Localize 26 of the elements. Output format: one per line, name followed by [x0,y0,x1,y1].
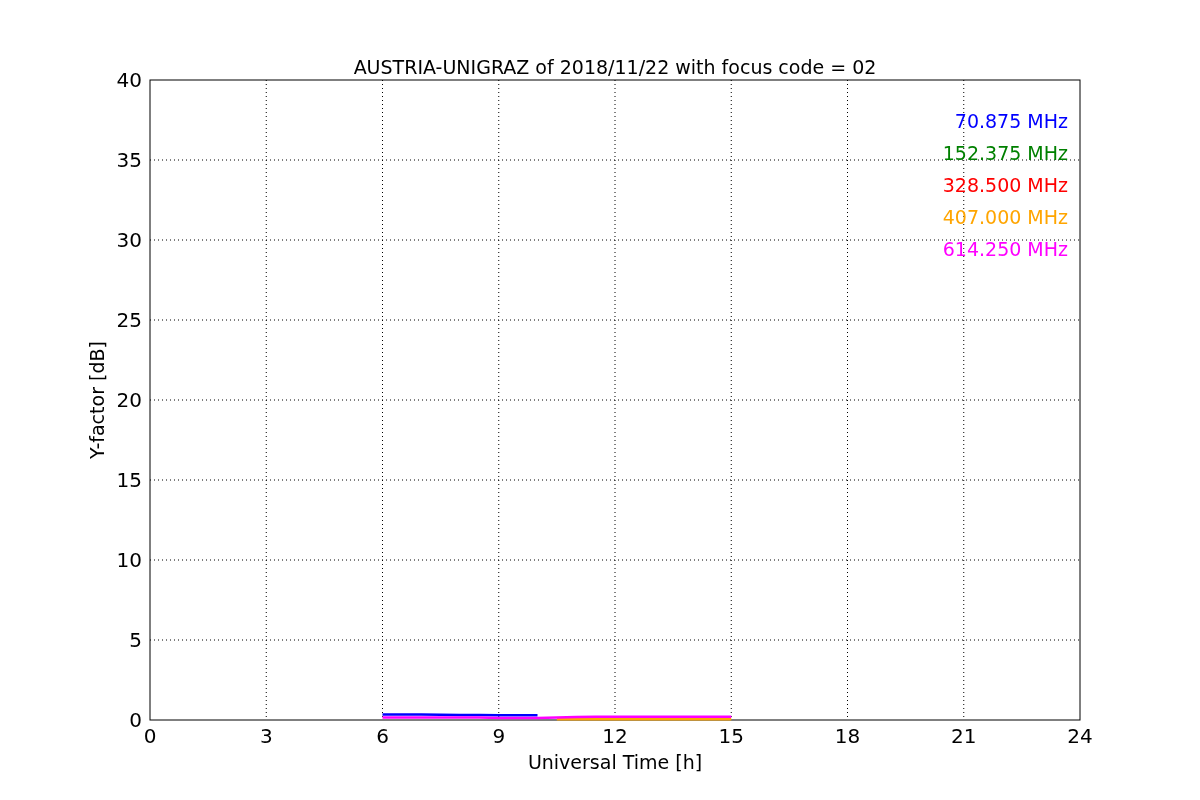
x-tick-label: 0 [143,724,157,748]
x-tick-label: 15 [718,724,744,748]
x-tick-label: 9 [492,724,506,748]
x-tick-label: 21 [951,724,977,748]
y-tick-label: 0 [129,708,142,732]
y-tick-label: 25 [116,308,142,332]
x-tick-label: 3 [259,724,273,748]
y-tick-label: 20 [116,388,142,412]
y-tick-label: 35 [116,148,142,172]
y-axis-label: Y-factor [dB] [86,341,108,459]
y-tick-label: 10 [116,548,142,572]
x-axis-label: Universal Time [h] [527,751,703,773]
y-tick-label: 5 [129,628,142,652]
legend-label: 407.000 MHz [942,206,1068,228]
legend-label: 614.250 MHz [942,238,1068,260]
chart-title: AUSTRIA-UNIGRAZ of 2018/11/22 with focus code = 02 [353,56,877,78]
y-tick-label: 15 [116,468,142,492]
legend-label: 328.500 MHz [942,174,1068,196]
y-tick-label: 30 [116,228,142,252]
legend-label: 70.875 MHz [954,110,1068,132]
legend-label: 152.375 MHz [942,142,1068,164]
x-tick-label: 6 [376,724,389,748]
x-tick-label: 18 [834,724,861,748]
y-tick-label: 40 [116,68,142,92]
x-tick-label: 24 [1067,724,1093,748]
x-tick-label: 12 [602,724,628,748]
